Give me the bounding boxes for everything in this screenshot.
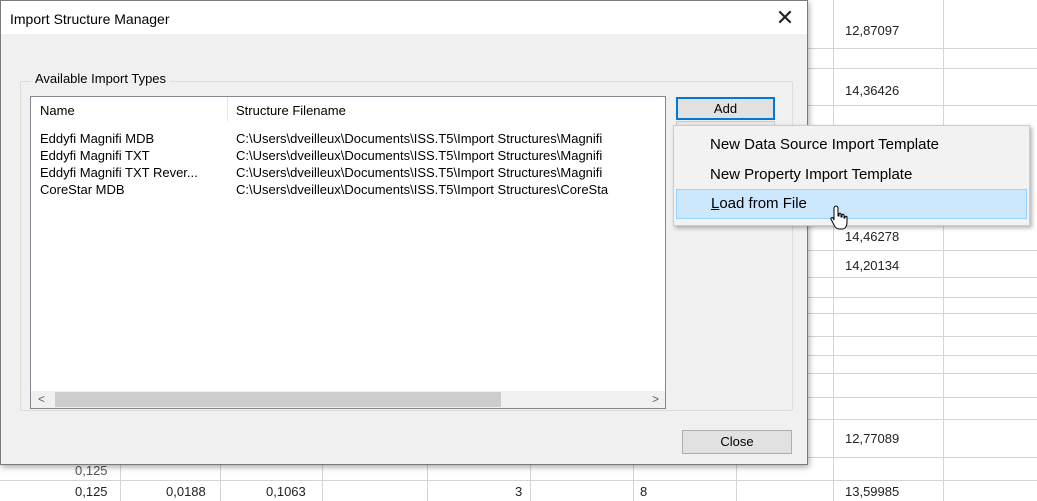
menu-item-label: Load from File (711, 190, 807, 218)
scroll-thumb[interactable] (55, 392, 501, 407)
grid-line (808, 419, 1037, 420)
hand-cursor-icon (830, 205, 848, 230)
sheet-cell[interactable]: 0,0188 (166, 484, 206, 500)
grid-line (808, 277, 1037, 278)
sheet-cell[interactable]: 8 (640, 484, 647, 500)
sheet-cell[interactable]: 0,1063 (266, 484, 306, 500)
grid-line (808, 313, 1037, 314)
menu-item-label-rest: oad from File (719, 195, 807, 212)
list-item[interactable]: Eddyfi Magnifi TXT C:\Users\dveilleux\Do… (31, 148, 665, 166)
add-button[interactable]: Add (676, 97, 775, 120)
list-item[interactable]: CoreStar MDB C:\Users\dveilleux\Document… (31, 182, 665, 200)
item-filename: C:\Users\dveilleux\Documents\ISS.T5\Impo… (236, 182, 609, 197)
list-header: Name Structure Filename (31, 97, 665, 121)
grid-line (808, 336, 1037, 337)
grid-line (0, 480, 1037, 481)
import-structure-manager-dialog: Import Structure Manager ✕ Available Imp… (0, 0, 808, 465)
column-header-name[interactable]: Name (40, 103, 75, 118)
sheet-cell[interactable]: 0,125 (75, 463, 108, 479)
dialog-title: Import Structure Manager (10, 11, 170, 27)
item-name: CoreStar MDB (40, 182, 125, 197)
item-name: Eddyfi Magnifi TXT Rever... (40, 165, 198, 180)
title-bar[interactable]: Import Structure Manager ✕ (1, 1, 807, 34)
grid-line (808, 397, 1037, 398)
column-header-structure-filename[interactable]: Structure Filename (236, 103, 346, 118)
item-name: Eddyfi Magnifi MDB (40, 131, 155, 146)
scroll-left-icon[interactable]: < (33, 391, 50, 408)
grid-line (808, 105, 1037, 106)
list-item[interactable]: Eddyfi Magnifi TXT Rever... C:\Users\dve… (31, 165, 665, 183)
close-icon[interactable]: ✕ (767, 4, 803, 32)
scroll-right-icon[interactable]: > (647, 391, 664, 408)
item-name: Eddyfi Magnifi TXT (40, 148, 150, 163)
menu-item-load-from-file[interactable]: Load from File (676, 189, 1027, 219)
item-filename: C:\Users\dveilleux\Documents\ISS.T5\Impo… (236, 165, 603, 180)
item-filename: C:\Users\dveilleux\Documents\ISS.T5\Impo… (236, 131, 603, 146)
column-divider[interactable] (227, 97, 228, 121)
list-item[interactable]: Eddyfi Magnifi MDB C:\Users\dveilleux\Do… (31, 131, 665, 149)
grid-line (808, 68, 1037, 69)
grid-line (808, 373, 1037, 374)
sheet-cell[interactable]: 14,36426 (845, 83, 899, 99)
import-types-list[interactable]: Name Structure Filename Eddyfi Magnifi M… (30, 96, 666, 409)
grid-line (808, 48, 1037, 49)
horizontal-scrollbar[interactable]: < > (31, 391, 665, 408)
menu-item-label: New Data Source Import Template (710, 136, 939, 153)
item-filename: C:\Users\dveilleux\Documents\ISS.T5\Impo… (236, 148, 603, 163)
sheet-cell[interactable]: 0,125 (75, 484, 108, 500)
grid-line (808, 355, 1037, 356)
sheet-cell[interactable]: 14,46278 (845, 229, 899, 245)
menu-item-new-property-import-template[interactable]: New Property Import Template (676, 161, 1027, 189)
close-button[interactable]: Close (682, 430, 792, 454)
add-dropdown-menu: New Data Source Import Template New Prop… (673, 125, 1030, 226)
grid-line (808, 457, 1037, 458)
grid-line (808, 250, 1037, 251)
group-label: Available Import Types (31, 71, 171, 86)
sheet-cell[interactable]: 12,87097 (845, 23, 899, 39)
sheet-cell[interactable]: 3 (515, 484, 522, 500)
sheet-cell[interactable]: 13,59985 (845, 484, 899, 500)
menu-item-new-data-source-import-template[interactable]: New Data Source Import Template (676, 131, 1027, 159)
sheet-cell[interactable]: 12,77089 (845, 431, 899, 447)
menu-item-label: New Property Import Template (710, 166, 913, 183)
grid-line (808, 297, 1037, 298)
sheet-cell[interactable]: 14,20134 (845, 258, 899, 274)
